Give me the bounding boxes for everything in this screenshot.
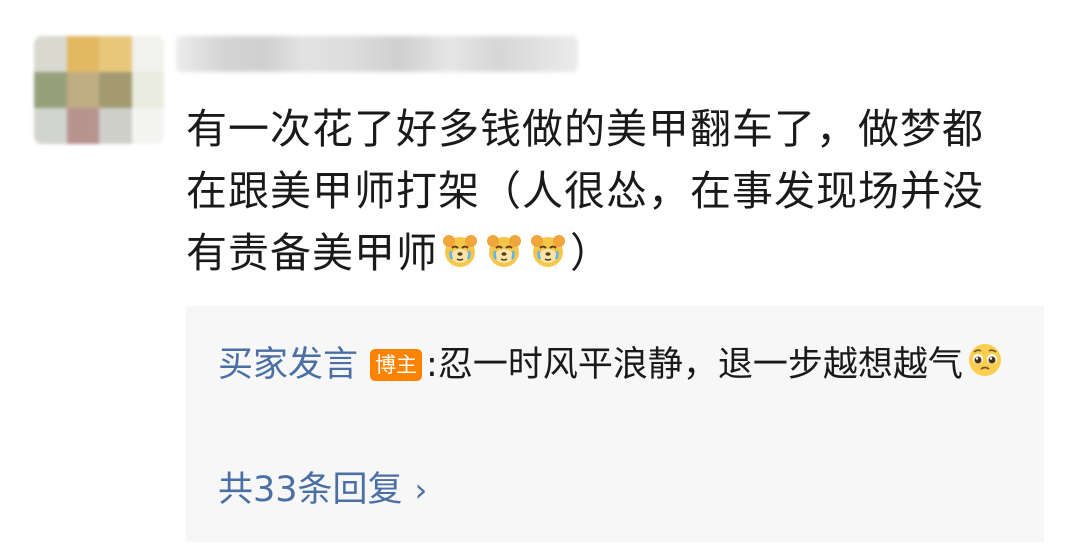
- author-badge: 博主: [370, 349, 423, 381]
- reply-separator: :: [426, 345, 438, 385]
- reply-text: 忍一时风平浪静，退一步越想越气: [437, 345, 963, 385]
- reply-count-label: 共33条回复: [218, 470, 403, 510]
- crying-dog-emoji: [531, 235, 565, 267]
- crying-dog-emoji: [443, 235, 477, 267]
- avatar[interactable]: [34, 36, 164, 144]
- comment-card: 有一次花了好多钱做的美甲翻车了，做梦都 在跟美甲师打架（人很怂，在事发现场并没 有责…: [0, 0, 1080, 552]
- pleading-face-emoji: [968, 344, 1001, 376]
- reply-line: 买家发言 博主:忍一时风平浪静，退一步越想越气: [218, 336, 1028, 394]
- comment-line-3: 有责备美甲师: [186, 229, 438, 277]
- view-all-replies-link[interactable]: 共33条回复 ›: [218, 466, 427, 514]
- crying-dog-emoji: [487, 235, 521, 267]
- comment-close-paren: ）: [570, 229, 612, 277]
- chevron-right-icon: ›: [414, 471, 428, 509]
- reply-preview-box[interactable]: 买家发言 博主:忍一时风平浪静，退一步越想越气 共33条回复 ›: [186, 306, 1044, 542]
- comment-line-1: 有一次花了好多钱做的美甲翻车了，做梦都: [186, 105, 984, 153]
- comment-line-2: 在跟美甲师打架（人很怂，在事发现场并没: [186, 167, 984, 215]
- reply-username[interactable]: 买家发言: [218, 345, 358, 385]
- username-redacted[interactable]: [176, 36, 578, 72]
- comment-text: 有一次花了好多钱做的美甲翻车了，做梦都 在跟美甲师打架（人很怂，在事发现场并没 有责…: [186, 98, 1056, 284]
